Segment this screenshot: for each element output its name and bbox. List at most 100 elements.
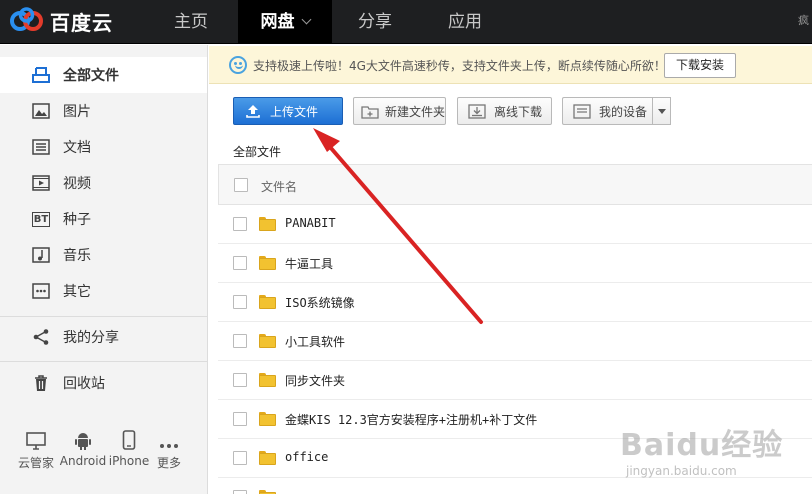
file-name[interactable]: 同步文件夹 [285,372,345,389]
nav-apps[interactable]: 应用 [418,0,512,44]
sidebar-item-recycle-bin[interactable]: 回收站 [0,365,207,401]
sidebar-item-label: 视频 [63,176,91,192]
watermark-url: jingyan.baidu.com [626,464,737,478]
sidebar-item-label: 文档 [63,140,91,156]
trash-icon [31,373,51,393]
monitor-icon [11,428,61,450]
sidebar-item-my-shares[interactable]: 我的分享 [0,319,207,355]
sidebar-item-label: 其它 [63,284,91,300]
sidebar-item-label: 图片 [63,104,91,120]
row-checkbox[interactable] [233,334,247,348]
offline-download-button[interactable]: 离线下载 [457,97,552,125]
sidebar-divider [0,316,207,317]
share-icon [31,327,51,347]
file-row[interactable]: 小工具软件 [218,322,812,361]
nav-home[interactable]: 主页 [150,0,232,44]
row-checkbox[interactable] [233,256,247,270]
sidebar-item-torrents[interactable]: BT 种子 [0,201,207,237]
nav-netdisk[interactable]: 网盘 [238,0,332,44]
row-checkbox[interactable] [233,295,247,309]
my-devices-label: 我的设备 [599,104,648,119]
device-label: 更多 [156,456,181,470]
baidu-cloud-logo[interactable]: 百度云 [8,6,113,36]
smiley-icon [229,56,247,74]
file-name[interactable]: 牛逼工具 [285,255,333,272]
my-devices-button[interactable]: 我的设备 [562,97,653,125]
download-install-button[interactable]: 下载安装 [664,53,736,78]
sidebar-item-label: 种子 [63,212,91,228]
baidu-jingyan-watermark: Baidu经验 jingyan.baidu.com [620,420,810,492]
folder-icon [259,256,276,270]
select-all-checkbox[interactable] [234,178,248,192]
sidebar-item-images[interactable]: 图片 [0,93,207,129]
row-checkbox[interactable] [233,490,247,494]
chevron-down-icon [301,14,311,25]
column-header-filename[interactable]: 文件名 [261,178,297,195]
top-nav-bar: 百度云 主页 网盘 分享 应用 疯 [0,0,812,44]
sidebar-item-documents[interactable]: 文档 [0,129,207,165]
image-icon [31,101,51,121]
file-list-header: 文件名 [218,164,812,205]
breadcrumb[interactable]: 全部文件 [233,143,281,160]
sidebar-item-label: 音乐 [63,248,91,264]
bt-icon: BT [31,209,51,229]
file-name[interactable]: 金蝶KIS 12.3官方安装程序+注册机+补丁文件 [285,411,537,428]
row-checkbox[interactable] [233,412,247,426]
upload-notice-bar: 支持极速上传啦！4G大文件高速秒传，支持文件夹上传，断点续传随心所欲！ 下载安装 [209,46,812,84]
cloud-logo-icon [8,6,46,36]
row-checkbox[interactable] [233,451,247,465]
folder-icon [259,334,276,348]
music-icon [31,245,51,265]
upload-icon [244,103,262,119]
sidebar: 全部文件 图片 文档 视频 BT 种子 音乐 其它 我的分享 回收站 云管家 A… [0,45,208,494]
device-icon [573,103,591,119]
device-android[interactable]: Android [58,428,108,468]
brand-name: 百度云 [50,10,113,35]
sidebar-item-label: 全部文件 [63,68,119,84]
file-row[interactable]: 牛逼工具 [218,244,812,283]
device-label: 云管家 [17,456,54,470]
row-checkbox[interactable] [233,373,247,387]
folder-icon [259,295,276,309]
more-icon [31,281,51,301]
device-more[interactable]: 更多 [144,428,194,471]
folder-icon [259,412,276,426]
new-folder-label: 新建文件夹 [385,104,446,119]
file-name[interactable]: PANABIT [285,216,336,230]
all-files-icon [31,65,51,85]
nav-share[interactable]: 分享 [332,0,418,44]
android-icon [58,428,108,450]
sidebar-item-other[interactable]: 其它 [0,273,207,309]
new-folder-icon [361,103,379,119]
upload-file-button[interactable]: 上传文件 [233,97,343,125]
file-row[interactable]: ISO系统镜像 [218,283,812,322]
file-name[interactable]: ISO系统镜像 [285,294,355,311]
new-folder-button[interactable]: 新建文件夹 [353,97,446,125]
user-name-fragment[interactable]: 疯 [798,12,812,28]
folder-icon [259,490,276,494]
folder-icon [259,451,276,465]
folder-icon [259,217,276,231]
video-icon [31,173,51,193]
file-row[interactable]: PANABIT [218,205,812,244]
watermark-brand: Baidu经验 [620,428,784,463]
document-icon [31,137,51,157]
offline-download-label: 离线下载 [494,104,543,119]
sidebar-item-music[interactable]: 音乐 [0,237,207,273]
sidebar-item-videos[interactable]: 视频 [0,165,207,201]
devices-dropdown-toggle[interactable] [652,97,671,125]
device-label: Android [59,454,107,468]
device-pc-manager[interactable]: 云管家 [11,428,61,471]
file-name[interactable]: 小工具软件 [285,333,345,350]
row-checkbox[interactable] [233,217,247,231]
file-name[interactable]: office [285,450,328,464]
upload-file-label: 上传文件 [270,104,319,119]
file-row[interactable]: 同步文件夹 [218,361,812,400]
offline-download-icon [468,103,486,119]
sidebar-item-label: 回收站 [63,376,105,392]
nav-netdisk-label: 网盘 [260,12,295,32]
sidebar-item-all-files[interactable]: 全部文件 [0,57,207,93]
sidebar-divider [0,361,207,362]
notice-text: 支持极速上传啦！4G大文件高速秒传，支持文件夹上传，断点续传随心所欲！ [253,59,666,73]
bt-glyph: BT [31,211,51,227]
